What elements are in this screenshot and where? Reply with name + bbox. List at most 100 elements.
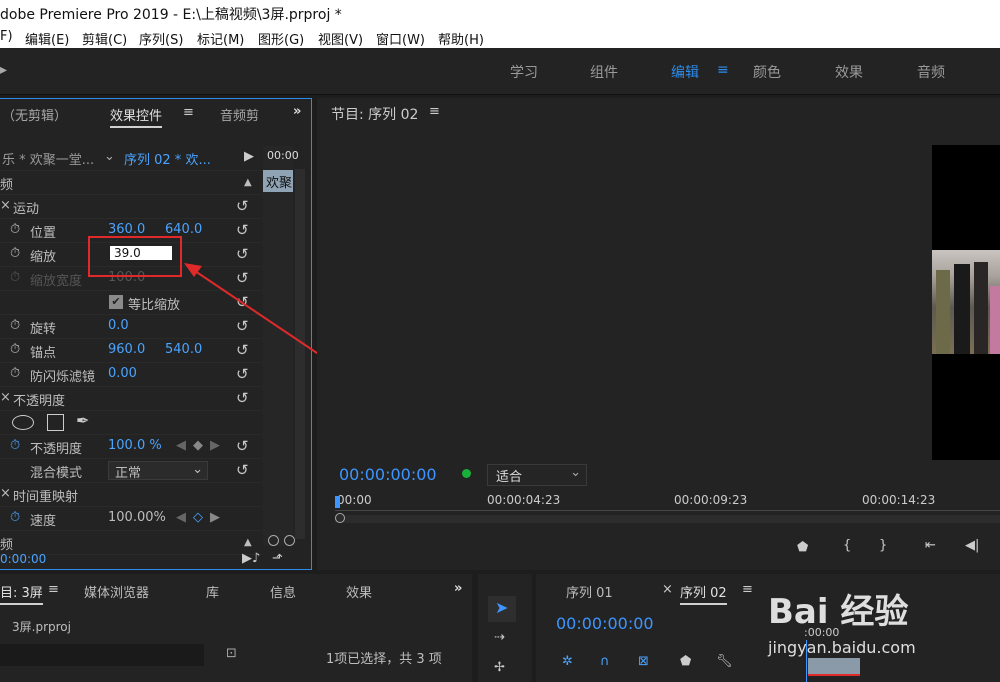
go-to-in-icon[interactable]: ⇤: [925, 538, 936, 553]
reset-icon[interactable]: ↺: [236, 197, 249, 215]
zoom-circle-icon[interactable]: [284, 535, 295, 546]
chevron-down-icon[interactable]: ⌄: [104, 149, 115, 164]
video-frame[interactable]: [932, 145, 1000, 460]
project-search-input[interactable]: [0, 644, 204, 666]
menu-clip[interactable]: 剪辑(C): [82, 29, 127, 48]
add-keyframe-icon[interactable]: ◇: [193, 510, 203, 525]
workspace-assembly[interactable]: 组件: [590, 62, 618, 82]
stopwatch-icon[interactable]: ⏱: [10, 222, 20, 237]
zoom-handle-icon[interactable]: [335, 513, 345, 523]
tab-audio-clip-mixer[interactable]: 音频剪: [220, 105, 259, 124]
speed-value[interactable]: 100.00%: [108, 510, 166, 525]
add-keyframe-icon[interactable]: ◆: [193, 438, 203, 453]
menu-graphics[interactable]: 图形(G): [258, 29, 304, 48]
menu-window[interactable]: 窗口(W): [376, 29, 425, 48]
program-monitor-title[interactable]: 节目: 序列 02: [331, 104, 418, 124]
menu-help[interactable]: 帮助(H): [438, 29, 484, 48]
tab-media-browser[interactable]: 媒体浏览器: [84, 582, 149, 601]
program-timecode[interactable]: 00:00:00:00: [339, 465, 437, 484]
tab-effect-controls[interactable]: 效果控件: [110, 105, 163, 128]
workspace-editing[interactable]: 编辑: [671, 62, 699, 82]
collapse-up-icon[interactable]: ▲: [244, 537, 252, 548]
selection-tool[interactable]: ➤: [488, 596, 516, 622]
zoom-circle-icon[interactable]: [268, 535, 279, 546]
rotation-value[interactable]: 0.0: [108, 318, 129, 333]
pen-mask-icon[interactable]: ✒: [76, 411, 89, 430]
blend-mode-select[interactable]: 正常 ⌄: [108, 461, 208, 481]
stopwatch-icon[interactable]: ⏱: [10, 318, 20, 333]
tab-menu-icon[interactable]: ≡: [48, 582, 59, 597]
ellipse-mask-icon[interactable]: [12, 415, 34, 430]
home-icon[interactable]: ▸: [0, 62, 7, 78]
opacity-value[interactable]: 100.0 %: [108, 438, 162, 453]
play-audio-icon[interactable]: ▶♪: [242, 551, 260, 566]
workspace-learn[interactable]: 学习: [510, 62, 538, 82]
menu-sequence[interactable]: 序列(S): [139, 29, 183, 48]
tab-libraries[interactable]: 库: [206, 582, 219, 601]
mark-out-icon[interactable]: }: [879, 538, 887, 553]
wrench-icon[interactable]: 🔧︎: [716, 654, 733, 669]
stopwatch-icon[interactable]: ⏱: [10, 246, 20, 261]
menu-file[interactable]: F): [0, 29, 13, 44]
playhead[interactable]: [335, 496, 340, 508]
magnet-icon[interactable]: ∩: [600, 654, 610, 669]
uniform-scale-checkbox[interactable]: ✔: [109, 295, 123, 309]
next-keyframe-icon[interactable]: ▶: [210, 510, 220, 525]
tab-sequence-02[interactable]: 序列 02: [680, 582, 727, 605]
anchor-x-value[interactable]: 960.0: [108, 342, 145, 357]
prev-keyframe-icon[interactable]: ◀: [176, 510, 186, 525]
expand-x-icon[interactable]: ×: [0, 486, 11, 501]
tab-sequence-01[interactable]: 序列 01: [566, 582, 613, 601]
tab-info[interactable]: 信息: [270, 582, 296, 601]
mini-clip-bar[interactable]: 欢聚: [263, 170, 293, 192]
menu-edit[interactable]: 编辑(E): [25, 29, 69, 48]
workspace-effects[interactable]: 效果: [835, 62, 863, 82]
panel-overflow-icon[interactable]: »: [454, 581, 462, 596]
new-bin-icon[interactable]: ⊡: [226, 646, 237, 661]
tab-menu-icon[interactable]: ≡: [742, 582, 753, 597]
rectangle-mask-icon[interactable]: [47, 414, 64, 431]
snap-icon[interactable]: ✲: [562, 654, 573, 669]
sequence-clip-label[interactable]: 序列 02 * 欢...: [124, 149, 211, 168]
position-y-value[interactable]: 640.0: [165, 222, 202, 237]
tab-project[interactable]: 目: 3屏: [0, 582, 43, 605]
add-marker-icon[interactable]: ⬟: [680, 654, 691, 669]
play-only-icon[interactable]: ▶: [244, 149, 254, 164]
stopwatch-icon[interactable]: ⏱: [10, 366, 20, 381]
prev-keyframe-icon[interactable]: ◀: [176, 438, 186, 453]
export-icon[interactable]: ⬏: [272, 551, 283, 566]
position-x-value[interactable]: 360.0: [108, 222, 145, 237]
workspace-color[interactable]: 颜色: [753, 62, 781, 82]
timeline-timecode[interactable]: 00:00:00:00: [556, 614, 654, 633]
reset-icon[interactable]: ↺: [236, 437, 249, 455]
stopwatch-icon[interactable]: ⏱: [10, 510, 20, 525]
menu-marker[interactable]: 标记(M): [197, 29, 244, 48]
menu-view[interactable]: 视图(V): [318, 29, 363, 48]
close-icon[interactable]: ×: [662, 582, 673, 597]
master-clip-label[interactable]: 乐 * 欢聚一堂...: [2, 149, 94, 168]
track-select-icon[interactable]: ⇢: [494, 630, 505, 645]
reset-icon[interactable]: ↺: [236, 389, 249, 407]
reset-icon[interactable]: ↺: [236, 221, 249, 239]
stopwatch-icon[interactable]: ⏱: [10, 342, 20, 357]
flicker-value[interactable]: 0.00: [108, 366, 137, 381]
timeline-clip[interactable]: [808, 658, 860, 676]
tab-menu-icon[interactable]: ≡: [183, 105, 194, 120]
ripple-edit-icon[interactable]: ✢: [494, 660, 505, 675]
panel-menu-icon[interactable]: ≡: [429, 104, 440, 119]
stopwatch-icon[interactable]: ⏱: [10, 438, 20, 453]
expand-x-icon[interactable]: ×: [0, 198, 11, 213]
add-marker-icon[interactable]: ⬟: [797, 540, 808, 555]
reset-icon[interactable]: ↺: [236, 461, 249, 479]
step-back-icon[interactable]: ◀|: [965, 538, 979, 553]
linked-selection-icon[interactable]: ⊠: [638, 654, 649, 669]
panel-overflow-icon[interactable]: »: [293, 104, 301, 119]
tab-no-clip[interactable]: （无剪辑）: [2, 105, 67, 124]
workspace-menu-icon[interactable]: ≡: [717, 62, 729, 78]
collapse-up-icon[interactable]: ▲: [244, 177, 252, 188]
tab-effects[interactable]: 效果: [346, 582, 372, 601]
zoom-scrollbar[interactable]: [335, 515, 1000, 523]
expand-x-icon[interactable]: ×: [0, 390, 11, 405]
mark-in-icon[interactable]: {: [843, 538, 851, 553]
fit-select[interactable]: 适合 ⌄: [487, 464, 587, 486]
